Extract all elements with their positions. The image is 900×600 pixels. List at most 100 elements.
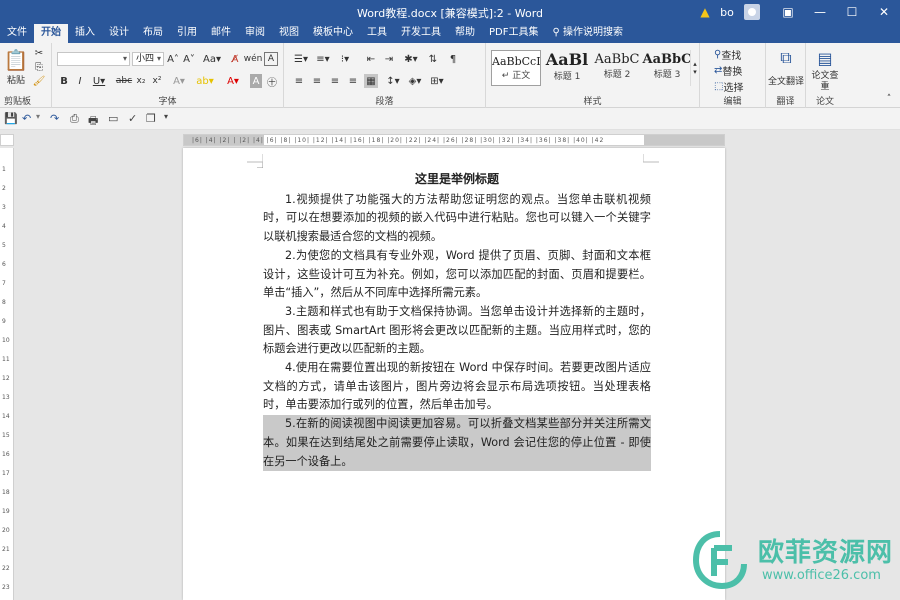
clear-format-icon[interactable]: A̸ [228,52,242,66]
tab-file[interactable]: 文件 [0,24,34,43]
document-page[interactable]: 这里是举例标题 1.视频提供了功能强大的方法帮助您证明您的观点。当您单击联机视频… [183,148,725,600]
paper-group: ▤ 论文查重 论文 [806,43,844,108]
vruler-tick: 21 [2,546,10,553]
tab-home[interactable]: 开始 [34,24,68,43]
paper-check-button[interactable]: 论文查重 [808,70,842,94]
tab-design[interactable]: 设计 [102,24,136,43]
tab-review[interactable]: 审阅 [238,24,272,43]
font-name-select[interactable] [57,52,130,66]
minimize-button[interactable]: — [804,0,836,24]
enclose-char-icon[interactable]: ㊉ [266,74,278,89]
format-painter-icon[interactable]: 🖌 [32,75,46,87]
grow-font-icon[interactable]: A˄ [166,52,180,66]
tab-view[interactable]: 视图 [272,24,306,43]
crop-mark-top-right [643,154,659,163]
ribbon-display-icon[interactable]: ▣ [772,0,804,24]
customize-qat-icon[interactable]: ▾ [164,112,168,121]
shading-icon[interactable]: ◈▾ [406,74,424,88]
select-button[interactable]: ⬚ 选择 [714,80,760,94]
redo-icon[interactable]: ↷ [50,112,59,125]
paragraph-group: ☰▾ ≡▾ ⁝▾ ⇤ ⇥ ✱▾ ⇅ ¶ ≡ ≡ ≡ ≡ ▦ ↕▾ ◈▾ ⊞▾ 段… [284,43,486,108]
avatar[interactable] [744,4,760,20]
phonetic-guide-icon[interactable]: wén [244,52,263,66]
tell-me-label: 操作说明搜索 [563,27,623,38]
read-mode-icon[interactable]: ▭ [108,112,118,125]
print-preview-icon[interactable]: ⎙ [70,112,79,126]
tab-tools[interactable]: 工具 [360,24,394,43]
multilevel-list-icon[interactable]: ⁝▾ [336,52,354,66]
ruler-corner[interactable] [0,134,14,146]
paper-check-icon[interactable]: ▤ [815,48,835,68]
tab-help[interactable]: 帮助 [448,24,482,43]
bullets-icon[interactable]: ☰▾ [292,52,310,66]
decrease-indent-icon[interactable]: ⇤ [364,52,378,66]
tab-mailings[interactable]: 邮件 [204,24,238,43]
tab-developer[interactable]: 开发工具 [394,24,448,43]
font-size-select[interactable]: 小四 [132,52,164,66]
paste-button[interactable]: 粘贴 [2,73,30,86]
undo-icon[interactable]: ↶ [22,112,31,125]
spelling-icon[interactable]: ✓ [128,112,137,125]
new-doc-icon[interactable]: ❐ [146,112,156,125]
undo-dropdown-icon[interactable]: ▾ [36,112,40,121]
char-shading-icon[interactable]: A [250,74,262,88]
collapse-ribbon-icon[interactable]: ˄ [882,93,896,105]
tab-references[interactable]: 引用 [170,24,204,43]
increase-indent-icon[interactable]: ⇥ [382,52,396,66]
tab-insert[interactable]: 插入 [68,24,102,43]
sort-icon[interactable]: ⇅ [424,52,442,66]
copy-icon[interactable]: ⎘ [32,61,46,73]
borders-icon[interactable]: ⊞▾ [428,74,446,88]
replace-button[interactable]: ⇄ 替换 [714,64,760,78]
cut-icon[interactable]: ✂ [32,47,46,59]
align-left-icon[interactable]: ≡ [292,74,306,88]
style-heading-1[interactable]: AaBl 标题 1 [542,50,592,86]
find-button[interactable]: ⚲ 查找 [714,48,760,62]
style-normal[interactable]: AaBbCcI ↵ 正文 [491,50,541,86]
style-heading-3[interactable]: AaBbC 标题 3 [642,50,692,86]
bold-icon[interactable]: B [58,74,70,88]
paste-icon[interactable]: 📋 [4,47,29,73]
subscript-icon[interactable]: x₂ [134,74,148,88]
underline-icon[interactable]: U▾ [90,74,108,88]
translate-icon[interactable]: ⧉ [776,48,796,68]
style-heading-2[interactable]: AaBbC 标题 2 [592,50,642,86]
align-right-icon[interactable]: ≡ [328,74,342,88]
maximize-button[interactable]: ☐ [836,0,868,24]
change-case-icon[interactable]: Aa▾ [202,52,222,66]
tab-pdf-tools[interactable]: PDF工具集 [482,24,545,43]
char-border-icon[interactable]: A [264,52,278,66]
chinese-layout-icon[interactable]: ✱▾ [402,52,420,66]
styles-more-icon[interactable]: ▴ ▾ [690,50,699,86]
line-spacing-icon[interactable]: ↕▾ [384,74,402,88]
vertical-ruler[interactable]: 1 2 3 4 5 6 7 8 9 10 11 12 13 14 15 16 17 18 19 20 21 22 23 [0,148,14,600]
editing-group: ⚲ 查找 ⇄ 替换 ⬚ 选择 编辑 [700,43,766,108]
superscript-icon[interactable]: x² [150,74,164,88]
italic-icon[interactable]: I [74,74,86,88]
show-marks-icon[interactable]: ¶ [446,52,460,66]
print-icon[interactable]: 🖶 [88,112,98,131]
shrink-font-icon[interactable]: A˅ [182,52,196,66]
user-name[interactable]: bo [714,0,740,24]
highlight-icon[interactable]: ab▾ [196,74,214,88]
vruler-tick: 7 [2,280,6,287]
horizontal-ruler[interactable]: |6| |4| |2| | |2| |4| |6| |8| |10| |12| … [183,134,725,146]
text-effects-icon[interactable]: A▾ [170,74,188,88]
strikethrough-icon[interactable]: abc [116,74,132,88]
distributed-icon[interactable]: ▦ [364,74,378,88]
warning-icon[interactable]: ▲ [696,0,714,24]
watermark-logo-icon [692,531,747,590]
close-button[interactable]: ✕ [868,0,900,24]
font-color-icon[interactable]: A▾ [224,74,242,88]
numbering-icon[interactable]: ≡▾ [314,52,332,66]
tab-template-center[interactable]: 模板中心 [306,24,360,43]
document-body[interactable]: 这里是举例标题 1.视频提供了功能强大的方法帮助您证明您的观点。当您单击联机视频… [263,170,651,472]
tell-me-search[interactable]: ⚲ 操作说明搜索 [545,24,630,43]
align-center-icon[interactable]: ≡ [310,74,324,88]
tab-layout[interactable]: 布局 [136,24,170,43]
justify-icon[interactable]: ≡ [346,74,360,88]
translate-group: ⧉ 全文翻译 翻译 [766,43,806,108]
styles-group: AaBbCcI ↵ 正文 AaBl 标题 1 AaBbC 标题 2 AaBbC … [486,43,700,108]
save-icon[interactable]: 💾 [4,112,18,125]
full-translate-button[interactable]: 全文翻译 [768,70,804,94]
